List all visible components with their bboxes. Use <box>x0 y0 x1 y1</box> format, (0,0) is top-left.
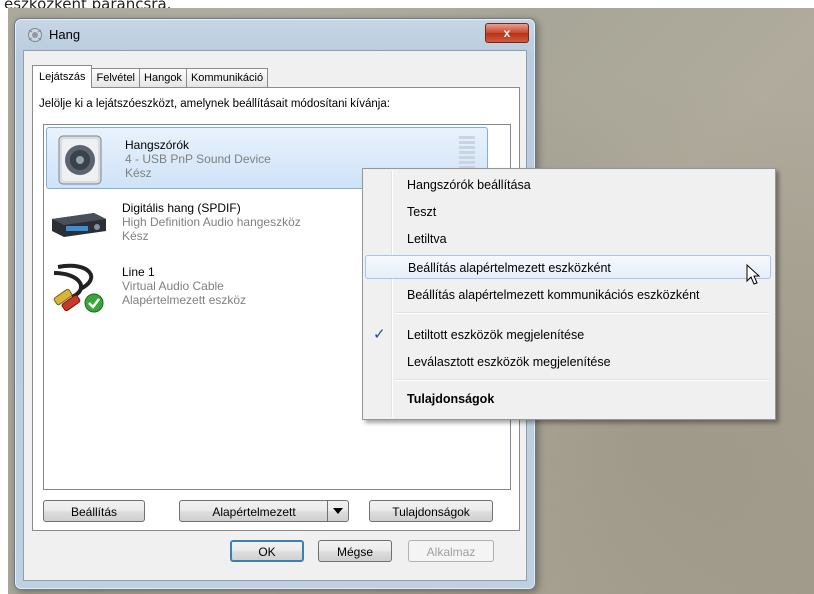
device-name: Hangszórók <box>125 138 190 152</box>
menu-item-properties[interactable]: Tulajdonságok <box>365 387 771 411</box>
rca-cable-icon <box>53 263 104 313</box>
close-button[interactable]: x <box>485 23 529 43</box>
cancel-button[interactable]: Mégse <box>318 540 392 562</box>
tab-playback[interactable]: Lejátszás <box>32 65 93 88</box>
menu-separator <box>395 379 769 381</box>
device-name: Digitális hang (SPDIF) <box>122 201 241 215</box>
device-description: Virtual Audio Cable <box>122 279 224 293</box>
menu-item-label: Tulajdonságok <box>407 392 495 406</box>
device-status: Kész <box>125 166 152 180</box>
close-icon: x <box>503 26 511 40</box>
menu-item-label: Beállítás alapértelmezett eszközként <box>408 261 611 275</box>
speaker-icon <box>58 135 102 185</box>
sound-icon <box>28 28 42 42</box>
configure-button[interactable]: Beállítás <box>43 500 145 522</box>
apply-button[interactable]: Alkalmaz <box>408 540 494 562</box>
tab-sounds[interactable]: Hangok <box>139 68 187 88</box>
tab-strip: Lejátszás Felvétel Hangok Kommunikáció <box>32 65 269 88</box>
mouse-pointer-icon <box>746 264 761 285</box>
menu-item-label: Beállítás alapértelmezett kommunikációs … <box>407 288 700 302</box>
properties-button[interactable]: Tulajdonságok <box>369 500 493 522</box>
device-description: High Definition Audio hangeszköz <box>122 215 301 229</box>
tab-recording[interactable]: Felvétel <box>91 68 141 88</box>
menu-item-label: Leválasztott eszközök megjelenítése <box>407 355 611 369</box>
tab-communications[interactable]: Kommunikáció <box>185 68 269 88</box>
menu-item-configure-speakers[interactable]: Hangszórók beállítása <box>365 173 771 197</box>
device-name: Line 1 <box>122 265 155 279</box>
menu-item-show-disconnected[interactable]: Leválasztott eszközök megjelenítése <box>365 350 771 374</box>
menu-item-label: Teszt <box>407 205 437 219</box>
menu-item-label: Hangszórók beállítása <box>407 178 531 192</box>
menu-separator <box>395 312 769 314</box>
device-description: 4 - USB PnP Sound Device <box>125 152 271 166</box>
menu-item-label: Letiltva <box>407 232 447 246</box>
menu-item-set-default-communication[interactable]: Beállítás alapértelmezett kommunikációs … <box>365 283 771 307</box>
chevron-down-icon[interactable] <box>327 501 348 521</box>
window-title: Hang <box>49 27 81 42</box>
checkmark-icon: ✓ <box>373 326 386 343</box>
spdif-device-icon <box>52 213 106 237</box>
ok-button[interactable]: OK <box>230 540 304 562</box>
menu-item-show-disabled[interactable]: ✓ Letiltott eszközök megjelenítése <box>365 323 771 347</box>
instruction-text: Jelölje ki a lejátszóeszközt, amelynek b… <box>39 98 390 110</box>
menu-item-set-default[interactable]: Beállítás alapértelmezett eszközként <box>365 255 771 279</box>
menu-item-disable[interactable]: Letiltva <box>365 227 771 251</box>
title-bar[interactable]: Hang x <box>15 19 535 49</box>
set-default-label: Alapértelmezett <box>212 505 296 519</box>
menu-item-test[interactable]: Teszt <box>365 200 771 224</box>
volume-level-meter <box>459 136 475 172</box>
set-default-button[interactable]: Alapértelmezett <box>179 500 349 522</box>
context-menu: Hangszórók beállítása Teszt Letiltva Beá… <box>362 168 776 420</box>
device-status: Alapértelmezett eszköz <box>122 293 247 307</box>
menu-item-label: Letiltott eszközök megjelenítése <box>407 328 585 342</box>
device-status: Kész <box>122 229 149 243</box>
